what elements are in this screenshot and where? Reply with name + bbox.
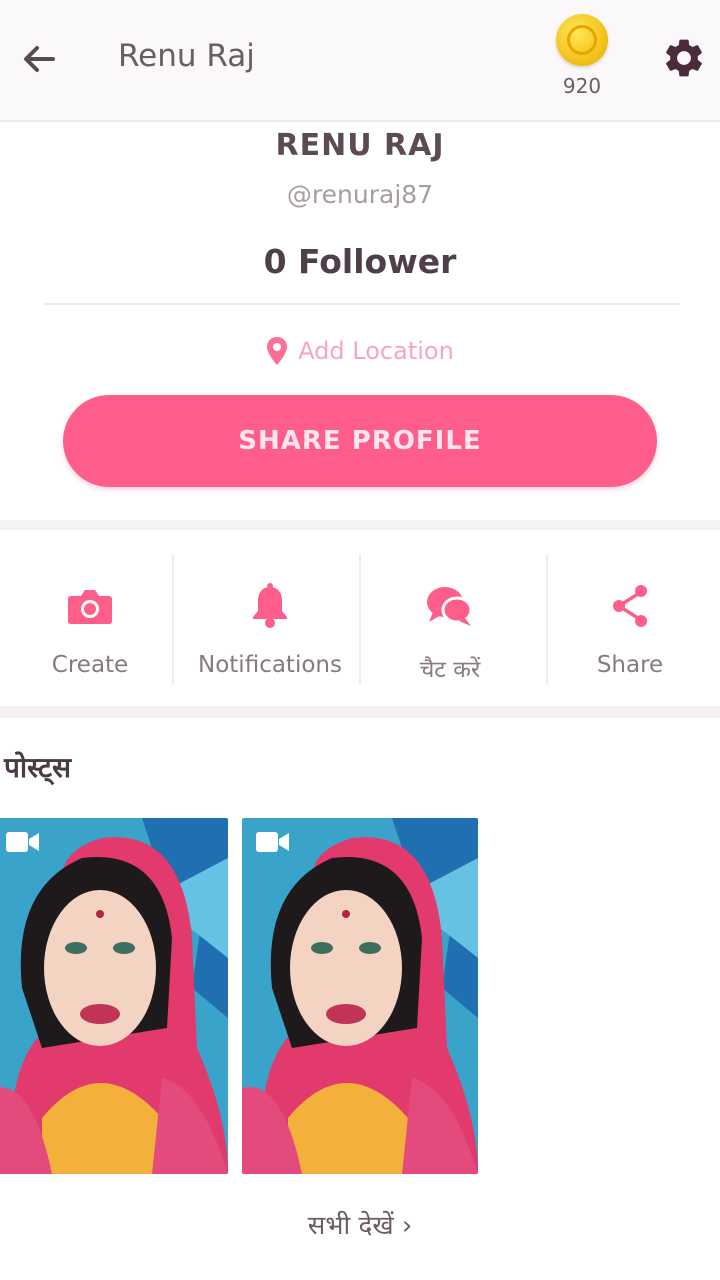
see-all-link[interactable]: सभी देखें › xyxy=(0,1206,720,1242)
add-location-link[interactable]: Add Location xyxy=(0,336,720,366)
top-app-bar: Renu Raj 920 xyxy=(0,0,720,122)
add-location-label: Add Location xyxy=(298,337,454,365)
posts-heading: पोस्ट्स xyxy=(4,751,72,784)
share-icon xyxy=(613,585,647,627)
chat-label: चैट करें xyxy=(419,657,481,683)
profile-handle: @renuraj87 xyxy=(286,180,434,209)
back-arrow-icon xyxy=(24,46,55,72)
share-label: Share xyxy=(596,652,664,678)
back-button[interactable] xyxy=(14,34,64,84)
separator xyxy=(172,554,174,684)
gear-icon xyxy=(666,39,702,77)
notifications-action[interactable]: Notifications xyxy=(180,530,360,708)
chat-icon xyxy=(427,587,473,626)
settings-button[interactable] xyxy=(656,30,712,86)
page-title: Renu Raj xyxy=(118,38,255,74)
section-divider xyxy=(0,706,720,718)
post-thumbnail[interactable] xyxy=(242,818,478,1174)
coin-icon xyxy=(556,14,608,66)
video-icon xyxy=(6,832,39,852)
bell-icon xyxy=(253,583,287,628)
post-image xyxy=(242,818,478,1174)
create-label: Create xyxy=(51,652,129,678)
divider xyxy=(44,303,680,305)
profile-actions-row: Create Notifications चैट करें Share xyxy=(0,530,720,708)
create-action[interactable]: Create xyxy=(0,530,180,708)
share-profile-button[interactable]: SHARE PROFILE xyxy=(63,395,657,487)
post-image xyxy=(0,818,228,1174)
profile-name: RENU RAJ xyxy=(275,128,445,163)
section-divider xyxy=(0,520,720,530)
follower-count[interactable]: 0 Follower xyxy=(0,242,720,281)
notifications-label: Notifications xyxy=(198,652,342,678)
location-pin-icon xyxy=(267,337,288,365)
chat-action[interactable]: चैट करें xyxy=(360,530,540,708)
share-action[interactable]: Share xyxy=(540,530,720,708)
coin-balance[interactable]: 920 xyxy=(548,14,616,104)
video-icon xyxy=(256,832,289,852)
coin-count: 920 xyxy=(562,74,602,98)
post-thumbnail[interactable] xyxy=(0,818,228,1174)
camera-icon xyxy=(68,590,112,624)
